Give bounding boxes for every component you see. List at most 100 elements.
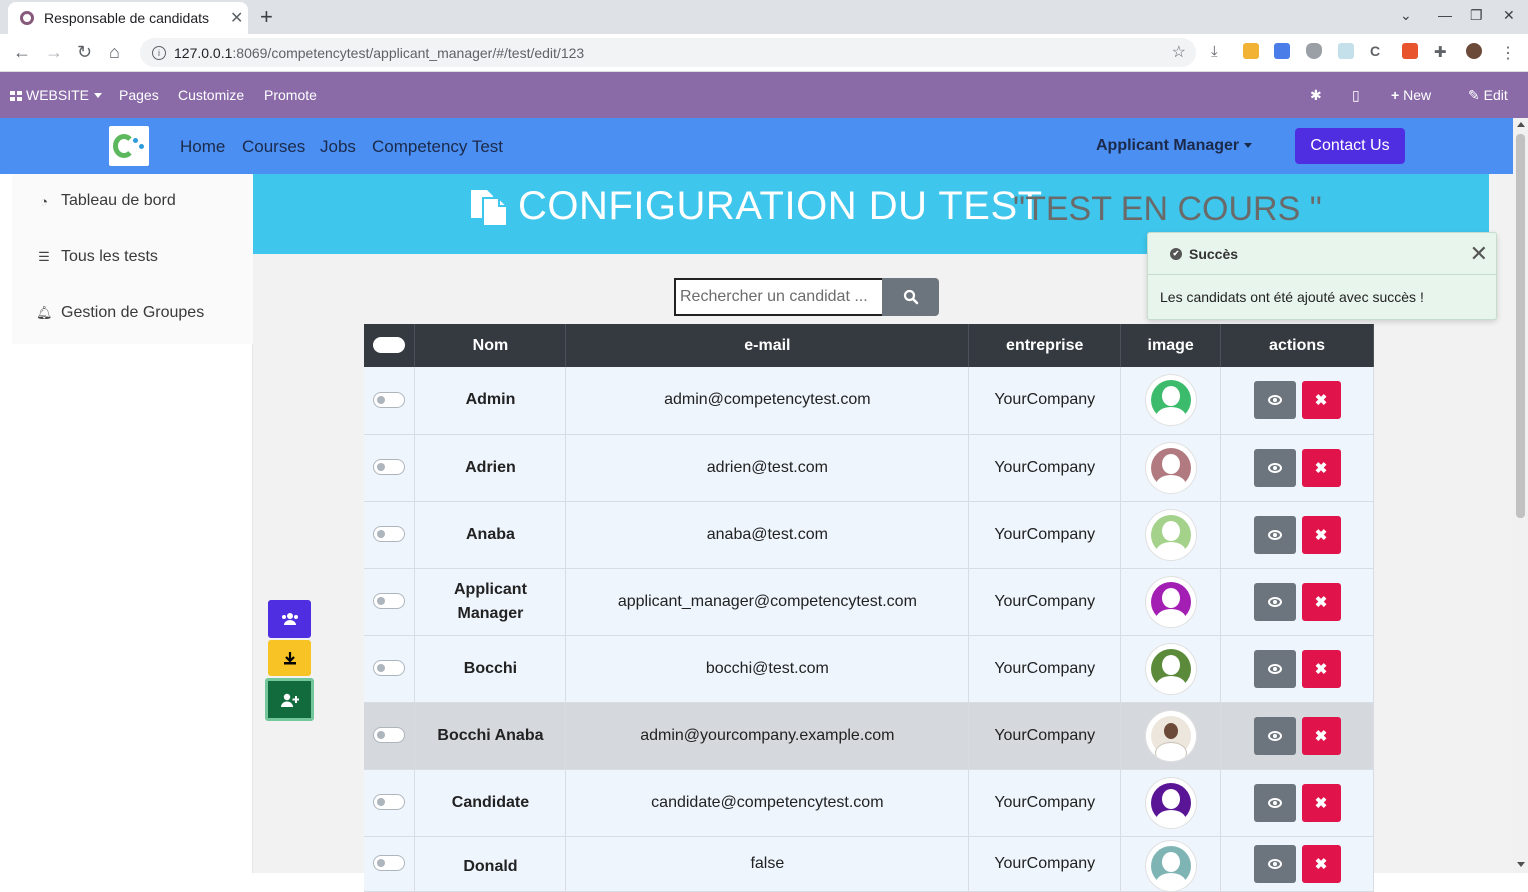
copy-document-icon <box>471 190 508 227</box>
back-icon[interactable]: ← <box>13 42 31 63</box>
pages-menu[interactable]: Pages <box>119 87 159 103</box>
mobile-preview-icon[interactable]: ▯ <box>1352 87 1360 104</box>
sidebar-item-dashboard[interactable]: ◔ Tableau de bord <box>36 192 176 210</box>
puzzle-icon[interactable]: ✚ <box>1434 43 1450 61</box>
nav-courses[interactable]: Courses <box>242 137 305 157</box>
row-select-toggle[interactable] <box>373 727 406 744</box>
nav-competency-test[interactable]: Competency Test <box>372 137 503 157</box>
site-header: Home Courses Jobs Competency Test Applic… <box>0 118 1513 174</box>
site-info-icon[interactable]: i <box>152 45 166 60</box>
close-window-icon[interactable]: ✕ <box>1503 7 1515 24</box>
bookmark-star-icon[interactable]: ☆ <box>1172 42 1186 62</box>
toast-header: ✔ Succès <box>1148 233 1496 275</box>
close-tab-icon[interactable]: ✕ <box>230 8 243 28</box>
new-tab-icon[interactable]: + <box>260 4 273 30</box>
view-button[interactable] <box>1253 448 1296 487</box>
candidate-email: applicant_manager@competencytest.com <box>565 568 970 636</box>
sidebar-item-all-tests[interactable]: ☰ Tous les tests <box>36 248 158 266</box>
edit-button[interactable]: ✎ Edit <box>1468 87 1508 104</box>
extension-icon[interactable] <box>1243 43 1259 59</box>
search-button[interactable] <box>882 278 939 316</box>
delete-button[interactable]: ✖ <box>1301 844 1341 883</box>
new-button[interactable]: + New <box>1391 87 1431 103</box>
delete-button[interactable]: ✖ <box>1301 649 1341 688</box>
profile-avatar[interactable] <box>1466 43 1482 59</box>
row-select-toggle[interactable] <box>373 855 406 872</box>
applicant-manager-dropdown[interactable]: Applicant Manager <box>1096 137 1253 155</box>
extension-icon[interactable] <box>1338 43 1354 59</box>
sidebar-item-groups[interactable]: 🔔︎ Gestion de Groupes <box>36 304 204 322</box>
scroll-thumb <box>1516 134 1525 518</box>
view-button[interactable] <box>1253 582 1296 621</box>
delete-button[interactable]: ✖ <box>1301 716 1341 755</box>
row-select-toggle[interactable] <box>373 392 406 409</box>
row-select-toggle[interactable] <box>373 526 406 543</box>
row-select-toggle[interactable] <box>373 660 406 677</box>
candidate-email: admin@competencytest.com <box>565 367 970 435</box>
view-button[interactable] <box>1253 649 1296 688</box>
close-toast-icon[interactable]: ✕ <box>1470 241 1488 267</box>
column-header-name[interactable]: Nom <box>414 324 567 367</box>
candidate-name: Candidate <box>414 769 567 837</box>
eye-icon <box>1267 395 1282 406</box>
download-icon[interactable]: ⤓ <box>1211 43 1227 60</box>
bell-icon: 🔔︎ <box>36 305 53 320</box>
page-scrollbar[interactable] <box>1513 118 1528 873</box>
extension-off-icon[interactable] <box>1402 43 1418 59</box>
search-input[interactable] <box>674 278 882 316</box>
view-button[interactable] <box>1253 716 1296 755</box>
kebab-menu-icon[interactable]: ⋮ <box>1500 43 1516 62</box>
minimize-icon[interactable]: — <box>1438 7 1452 23</box>
download-button[interactable] <box>268 640 311 676</box>
site-logo[interactable] <box>109 126 149 166</box>
browser-tab[interactable]: Responsable de candidats ✕ <box>8 2 248 34</box>
address-bar[interactable]: i 127.0.0.1:8069/competencytest/applican… <box>140 38 1196 67</box>
promote-menu[interactable]: Promote <box>264 87 317 103</box>
toast-message: Les candidats ont été ajouté avec succès… <box>1160 289 1424 305</box>
odoo-favicon-icon <box>20 11 34 25</box>
add-candidate-button[interactable] <box>265 678 314 721</box>
delete-button[interactable]: ✖ <box>1301 783 1341 822</box>
select-all-toggle[interactable] <box>373 337 406 354</box>
column-header-actions: actions <box>1220 324 1374 367</box>
pencil-icon: ✎ <box>1468 87 1480 103</box>
view-button[interactable] <box>1253 844 1296 883</box>
row-select-toggle[interactable] <box>373 459 406 476</box>
column-header-email[interactable]: e-mail <box>565 324 970 367</box>
delete-button[interactable]: ✖ <box>1301 582 1341 621</box>
view-button[interactable] <box>1253 783 1296 822</box>
row-select-toggle[interactable] <box>373 593 406 610</box>
extension-icon[interactable]: C <box>1370 43 1386 59</box>
candidate-email: candidate@competencytest.com <box>565 769 970 837</box>
view-button[interactable] <box>1253 381 1296 420</box>
contact-us-button[interactable]: Contact Us <box>1295 128 1405 164</box>
restore-icon[interactable]: ❐ <box>1470 7 1483 24</box>
home-icon[interactable]: ⌂ <box>109 42 120 63</box>
row-select-toggle[interactable] <box>373 794 406 811</box>
delete-button[interactable]: ✖ <box>1301 381 1341 420</box>
download-icon <box>283 652 296 665</box>
delete-button[interactable]: ✖ <box>1301 515 1341 554</box>
nav-jobs[interactable]: Jobs <box>320 137 356 157</box>
shield-icon[interactable] <box>1306 43 1322 59</box>
candidate-company: YourCompany <box>968 702 1122 770</box>
translate-icon[interactable] <box>1274 43 1290 59</box>
bug-icon[interactable]: ✱ <box>1310 87 1322 104</box>
table-row: Adrien adrien@test.com YourCompany ✖ <box>364 434 1374 502</box>
delete-button[interactable]: ✖ <box>1301 448 1341 487</box>
tab-search-icon[interactable]: ⌄ <box>1400 7 1412 24</box>
avatar <box>1145 840 1196 891</box>
reload-icon[interactable]: ↻ <box>77 42 92 63</box>
view-button[interactable] <box>1253 515 1296 554</box>
nav-home[interactable]: Home <box>180 137 225 157</box>
group-candidates-button[interactable] <box>268 600 311 638</box>
candidate-company: YourCompany <box>968 434 1122 502</box>
eye-icon <box>1267 596 1282 607</box>
table-row: Applicant Manager applicant_manager@comp… <box>364 568 1374 636</box>
page-title: CONFIGURATION DU TEST <box>518 184 1043 228</box>
avatar <box>1145 576 1196 627</box>
forward-icon[interactable]: → <box>45 42 63 63</box>
column-header-company[interactable]: entreprise <box>968 324 1122 367</box>
website-menu[interactable]: WEBSITE <box>10 87 103 103</box>
customize-menu[interactable]: Customize <box>178 87 244 103</box>
